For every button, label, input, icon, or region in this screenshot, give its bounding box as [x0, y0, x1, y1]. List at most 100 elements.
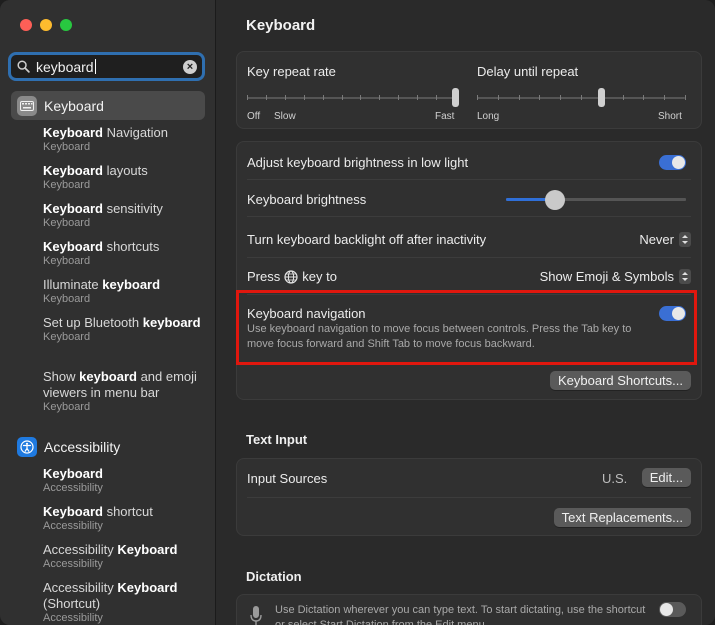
search-input[interactable]: keyboard: [36, 59, 96, 75]
search-result-subtitle: Keyboard: [43, 217, 91, 229]
zoom-window-button[interactable]: [60, 19, 72, 31]
slider-tick: [323, 95, 324, 100]
slider-tick: [539, 95, 540, 100]
search-result-item[interactable]: Keyboard Accessibility: [43, 466, 208, 495]
dictation-description: Use Dictation wherever you can type text…: [275, 604, 646, 625]
brightness-auto-toggle[interactable]: [659, 155, 686, 170]
slider-tick: [664, 95, 665, 100]
globe-icon: [284, 269, 298, 284]
search-result-item[interactable]: Illuminate keyboard Keyboard: [43, 277, 208, 306]
search-result-title: Accessibility Keyboard (Shortcut): [43, 580, 178, 611]
search-result-subtitle: Accessibility: [43, 612, 103, 624]
sidebar: keyboard × Keyboard Keyboard Navigation Ke…: [0, 0, 216, 625]
chevron-updown-icon: [679, 269, 691, 284]
search-result-item[interactable]: Keyboard shortcut Accessibility: [43, 504, 208, 533]
text-input-panel: Input Sources U.S. Edit... Text Replacem…: [236, 458, 702, 536]
keyboard-shortcuts-button[interactable]: Keyboard Shortcuts...: [549, 371, 691, 390]
key-repeat-fast-label: Fast: [435, 111, 455, 122]
search-result-title: Set up Bluetooth keyboard: [43, 315, 201, 330]
globe-key-label: Press key to: [247, 269, 337, 284]
search-result-subtitle: Keyboard: [43, 141, 91, 153]
search-field[interactable]: keyboard ×: [8, 52, 205, 81]
search-result-subtitle: Keyboard: [43, 179, 91, 191]
slider-tick: [247, 95, 248, 100]
slider-tick: [417, 95, 418, 100]
globe-key-value: Show Emoji & Symbols: [539, 269, 674, 284]
sidebar-header-keyboard[interactable]: Keyboard: [11, 91, 205, 120]
search-result-item[interactable]: Keyboard Navigation Keyboard: [43, 125, 208, 154]
slider-tick: [477, 95, 478, 100]
search-result-subtitle: Keyboard: [43, 331, 91, 343]
search-result-subtitle: Keyboard: [43, 293, 91, 305]
search-result-subtitle: Accessibility: [43, 558, 103, 570]
search-result-item[interactable]: Accessibility Keyboard Accessibility: [43, 542, 208, 571]
page-title: Keyboard: [246, 17, 316, 34]
search-result-title: Keyboard shortcuts: [43, 239, 160, 254]
search-result-item[interactable]: Keyboard sensitivity Keyboard: [43, 201, 208, 230]
dictation-toggle[interactable]: [659, 602, 686, 617]
accessibility-icon: [17, 436, 37, 457]
sidebar-header-accessibility[interactable]: Accessibility: [11, 432, 205, 461]
slider-track: [247, 97, 455, 99]
input-sources-value: U.S.: [602, 471, 628, 486]
backlight-popup[interactable]: Never: [639, 232, 691, 247]
clear-icon[interactable]: ×: [183, 60, 197, 74]
slider-tick: [266, 95, 267, 100]
search-result-title: Keyboard sensitivity: [43, 201, 163, 216]
search-result-title: Accessibility Keyboard: [43, 542, 178, 557]
slider-tick: [623, 95, 624, 100]
slider-tick: [285, 95, 286, 100]
slider-tick: [342, 95, 343, 100]
microphone-icon: [250, 606, 262, 625]
search-result-item[interactable]: Set up Bluetooth keyboard Keyboard: [43, 315, 208, 344]
text-input-title: Text Input: [246, 432, 308, 447]
search-result-item[interactable]: Accessibility Keyboard (Shortcut) Accessi…: [43, 580, 208, 625]
search-result-title: Keyboard: [43, 466, 103, 481]
minimize-window-button[interactable]: [40, 19, 52, 31]
search-result-item[interactable]: Keyboard shortcuts Keyboard: [43, 239, 208, 268]
search-result-title: Keyboard Navigation: [43, 125, 169, 140]
dictation-title: Dictation: [246, 569, 302, 584]
delay-repeat-label: Delay until repeat: [477, 64, 579, 79]
sidebar-header-label: Accessibility: [44, 438, 121, 455]
backlight-label: Turn keyboard backlight off after inacti…: [247, 232, 487, 247]
slider-tick: [304, 95, 305, 100]
slider-thumb[interactable]: [544, 190, 565, 210]
brightness-auto-label: Adjust keyboard brightness in low light: [247, 155, 469, 170]
settings-window: keyboard × Keyboard Keyboard Navigation Ke…: [0, 0, 715, 625]
delay-short-label: Short: [658, 111, 682, 122]
search-result-subtitle: Accessibility: [43, 520, 103, 532]
close-window-button[interactable]: [20, 19, 32, 31]
key-repeat-off-label: Off: [247, 111, 261, 122]
search-result-item[interactable]: Show keyboard and emoji viewers in menu …: [43, 369, 208, 414]
search-result-subtitle: Keyboard: [43, 401, 91, 413]
sidebar-header-label: Keyboard: [44, 97, 104, 114]
slider-thumb[interactable]: [451, 88, 459, 107]
text-replacements-button[interactable]: Text Replacements...: [553, 508, 691, 527]
slider-tick: [519, 95, 520, 100]
backlight-value: Never: [639, 232, 674, 247]
slider-tick: [379, 95, 380, 100]
globe-key-popup[interactable]: Show Emoji & Symbols: [540, 269, 691, 284]
slider-tick: [498, 95, 499, 100]
search-result-subtitle: Keyboard: [43, 255, 91, 267]
search-result-title: Show keyboard and emoji viewers in menu …: [43, 369, 197, 400]
key-repeat-label: Key repeat rate: [247, 64, 336, 79]
slider-thumb[interactable]: [598, 88, 606, 107]
search-result-item[interactable]: Keyboard layouts Keyboard: [43, 163, 208, 192]
slider-tick: [560, 95, 561, 100]
input-sources-label: Input Sources: [247, 471, 328, 486]
brightness-label: Keyboard brightness: [247, 192, 367, 207]
search-result-subtitle: Accessibility: [43, 482, 103, 494]
search-result-title: Illuminate keyboard: [43, 277, 161, 292]
slider-tick: [360, 95, 361, 100]
slider-tick: [581, 95, 582, 100]
delay-long-label: Long: [477, 111, 500, 122]
key-repeat-slow-label: Slow: [274, 111, 296, 122]
chevron-updown-icon: [679, 232, 691, 247]
search-result-title: Keyboard shortcut: [43, 504, 153, 519]
dictation-panel: Use Dictation wherever you can type text…: [236, 594, 702, 625]
search-result-title: Keyboard layouts: [43, 163, 148, 178]
repeat-panel: Key repeat rate Off Slow Fast Delay unti…: [236, 51, 702, 129]
edit-input-sources-button[interactable]: Edit...: [641, 468, 691, 487]
